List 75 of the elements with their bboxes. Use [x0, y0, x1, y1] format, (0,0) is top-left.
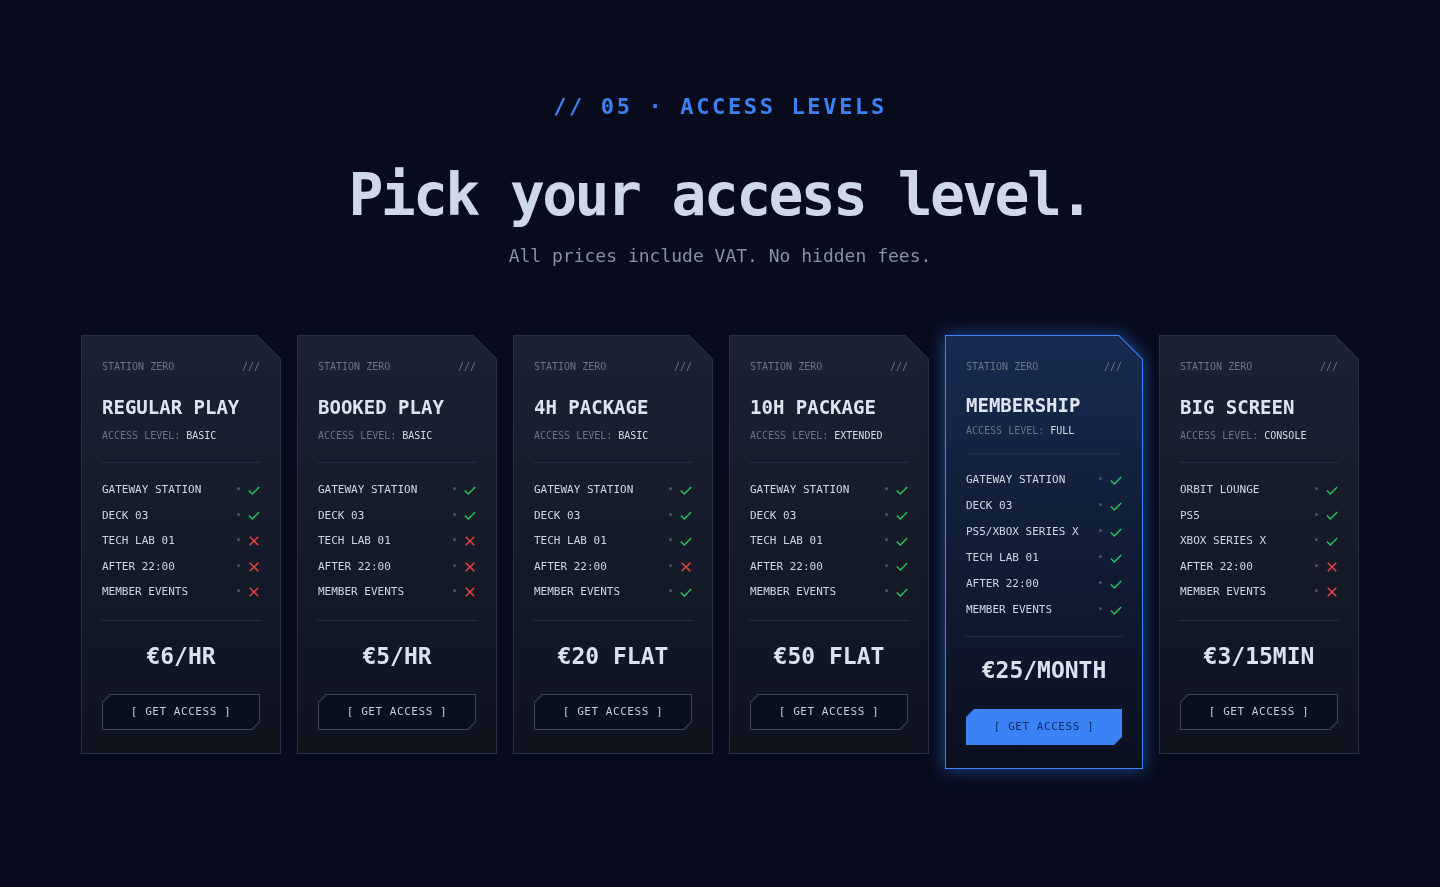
plan-title: 10H PACKAGE	[750, 395, 877, 419]
feature-label: PS5	[1180, 508, 1200, 523]
get-access-button[interactable]: [ GET ACCESS ]	[966, 709, 1122, 745]
brand-label: STATION ZERO	[102, 361, 175, 373]
feature-label: GATEWAY STATION	[534, 483, 634, 497]
price-label: €50 FLAT	[772, 642, 886, 670]
corner-slashes: ///	[457, 361, 476, 373]
price-label: €20 FLAT	[556, 642, 670, 670]
feature-label: MEMBER EVENTS	[102, 585, 189, 599]
access-level-value: BASIC	[186, 430, 217, 442]
feature-label: DECK 03	[966, 499, 1013, 513]
brand-label: STATION ZERO	[966, 361, 1039, 373]
feature-label: XBOX SERIES X	[1180, 534, 1267, 548]
feature-label: TECH LAB 01	[966, 551, 1039, 565]
plan-title: 4H PACKAGE	[534, 395, 650, 419]
access-label: ACCESS LEVEL:	[318, 430, 397, 442]
feature-label: GATEWAY STATION	[750, 483, 850, 497]
feature-label: AFTER 22:00	[318, 559, 391, 574]
get-access-button[interactable]: [ GET ACCESS ]	[534, 694, 692, 730]
access-level-value: BASIC	[402, 430, 433, 442]
brand-label: STATION ZERO	[1180, 361, 1253, 373]
get-access-button[interactable]: [ GET ACCESS ]	[102, 694, 260, 730]
feature-label: GATEWAY STATION	[318, 483, 418, 497]
feature-label: PS5/XBOX SERIES X	[966, 525, 1079, 539]
corner-slashes: ///	[889, 361, 908, 373]
corner-slashes: ///	[1103, 361, 1122, 373]
plan-title: MEMBERSHIP	[966, 393, 1082, 417]
feature-label: TECH LAB 01	[750, 534, 823, 548]
access-level-value: BASIC	[618, 430, 649, 442]
feature-label: AFTER 22:00	[102, 559, 175, 574]
get-access-button[interactable]: [ GET ACCESS ]	[318, 694, 476, 730]
access-label: ACCESS LEVEL:	[534, 430, 613, 442]
get-access-button[interactable]: [ GET ACCESS ]	[1180, 694, 1338, 730]
access-level-value: CONSOLE	[1264, 430, 1307, 442]
feature-label: DECK 03	[750, 508, 797, 523]
access-level-value: FULL	[1050, 425, 1075, 437]
price-label: €3/15MIN	[1202, 642, 1316, 670]
feature-label: AFTER 22:00	[966, 577, 1039, 591]
corner-slashes: ///	[241, 361, 260, 373]
plan-title: REGULAR PLAY	[102, 395, 241, 419]
feature-label: DECK 03	[534, 508, 581, 523]
feature-label: AFTER 22:00	[750, 559, 823, 574]
feature-label: GATEWAY STATION	[966, 473, 1066, 487]
plan-title: BOOKED PLAY	[318, 395, 445, 419]
price-label: €25/MONTH	[980, 656, 1108, 684]
feature-label: AFTER 22:00	[1180, 559, 1253, 574]
access-level-value: EXTENDED	[834, 430, 883, 442]
get-access-button[interactable]: [ GET ACCESS ]	[750, 694, 908, 730]
feature-label: DECK 03	[102, 508, 149, 523]
feature-label: AFTER 22:00	[534, 559, 607, 574]
feature-label: ORBIT LOUNGE	[1180, 483, 1260, 497]
corner-slashes: ///	[673, 361, 692, 373]
plan-title: BIG SCREEN	[1180, 395, 1296, 419]
access-label: ACCESS LEVEL:	[966, 425, 1045, 437]
price-label: €6/HR	[145, 642, 217, 670]
brand-label: STATION ZERO	[534, 361, 607, 373]
feature-label: GATEWAY STATION	[102, 483, 202, 497]
feature-label: MEMBER EVENTS	[318, 585, 405, 599]
feature-label: TECH LAB 01	[102, 534, 175, 548]
brand-label: STATION ZERO	[318, 361, 391, 373]
section-subtitle: All prices include VAT. No hidden fees.	[508, 244, 932, 268]
feature-label: TECH LAB 01	[534, 534, 607, 548]
brand-label: STATION ZERO	[750, 361, 823, 373]
feature-label: TECH LAB 01	[318, 534, 391, 548]
access-label: ACCESS LEVEL:	[1180, 430, 1259, 442]
feature-label: MEMBER EVENTS	[750, 585, 837, 599]
corner-slashes: ///	[1319, 361, 1338, 373]
feature-label: MEMBER EVENTS	[966, 603, 1053, 617]
feature-label: MEMBER EVENTS	[534, 585, 621, 599]
feature-label: DECK 03	[318, 508, 365, 523]
access-label: ACCESS LEVEL:	[750, 430, 829, 442]
access-label: ACCESS LEVEL:	[102, 430, 181, 442]
section-eyebrow: // 05 · ACCESS LEVELS	[553, 93, 887, 121]
feature-label: MEMBER EVENTS	[1180, 585, 1267, 599]
price-label: €5/HR	[361, 642, 433, 670]
